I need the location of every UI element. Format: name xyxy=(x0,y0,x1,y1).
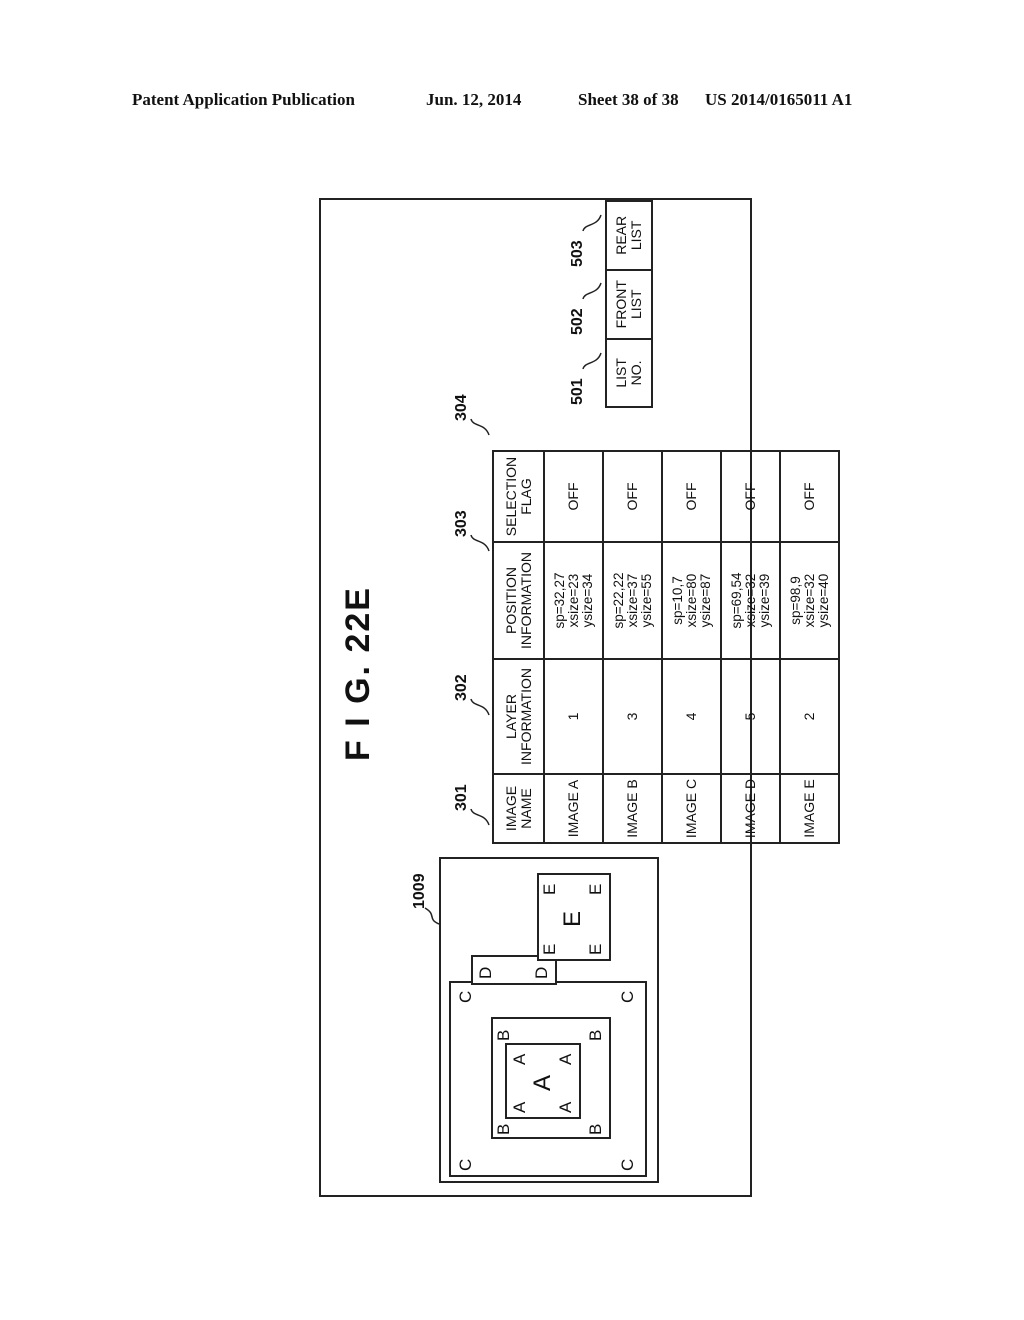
image-name-cell: IMAGE C xyxy=(662,774,721,843)
image-e-label: E xyxy=(540,943,559,955)
leader-line-icon xyxy=(470,418,490,436)
layer-cell: 1 xyxy=(544,659,603,774)
image-name-cell: IMAGE A xyxy=(544,774,603,843)
selection-flag-cell: OFF xyxy=(603,451,662,542)
image-a-label: A xyxy=(556,1053,575,1065)
figure-frame: F I G. 22E 1009 C C C C B B B B A A A A … xyxy=(319,198,839,1197)
image-e-box: E E E E E xyxy=(537,873,611,961)
table-row: IMAGE B 3 sp=22,22 xsize=37 ysize=55 OFF xyxy=(603,451,662,843)
layer-cell: 2 xyxy=(780,659,839,774)
leader-line-icon xyxy=(582,214,602,232)
header-position-information: POSITION INFORMATION xyxy=(493,542,544,659)
layer-cell: 5 xyxy=(721,659,780,774)
leader-line-icon xyxy=(582,352,602,370)
image-c-label: C xyxy=(456,990,475,1003)
image-d-label: D xyxy=(476,966,495,979)
list-table: LIST NO. FRONT LIST REAR LIST xyxy=(605,200,653,408)
image-e-label: E xyxy=(586,883,605,895)
image-b-label: B xyxy=(586,1029,605,1041)
figure-title: F I G. 22E xyxy=(339,586,377,761)
image-d-label: D xyxy=(532,966,551,979)
table-row: IMAGE D 5 sp=69,54 xsize=32 ysize=39 OFF xyxy=(721,451,780,843)
image-c-box: C C C C B B B B A A A A A xyxy=(449,981,647,1177)
header-layer-information: LAYER INFORMATION xyxy=(493,659,544,774)
table-header-row: IMAGE NAME LAYER INFORMATION POSITION INFOR… xyxy=(493,451,544,843)
position-cell: sp=22,22 xsize=37 ysize=55 xyxy=(603,542,662,659)
leader-line-icon xyxy=(582,282,602,300)
image-a-box: A A A A A xyxy=(505,1043,581,1119)
position-cell: sp=10,7 xsize=80 ysize=87 xyxy=(662,542,721,659)
position-cell: sp=32,27 xsize=23 ysize=34 xyxy=(544,542,603,659)
page-header: Patent Application Publication Jun. 12, … xyxy=(0,90,1024,114)
layer-cell: 3 xyxy=(603,659,662,774)
list-header-row: LIST NO. FRONT LIST REAR LIST xyxy=(606,201,652,407)
header-front-list: FRONT LIST xyxy=(606,269,652,339)
publication-label: Patent Application Publication xyxy=(132,90,355,109)
image-name-cell: IMAGE D xyxy=(721,774,780,843)
image-a-center-label: A xyxy=(529,1074,556,1091)
list-ref-502: 502 xyxy=(569,308,586,335)
image-b-label: B xyxy=(494,1123,513,1135)
header-image-name: IMAGE NAME xyxy=(493,774,544,843)
header-rear-list: REAR LIST xyxy=(606,201,652,270)
publication-date: Jun. 12, 2014 xyxy=(426,90,522,109)
selection-flag-cell: OFF xyxy=(662,451,721,542)
image-b-box: B B B B A A A A A xyxy=(491,1017,611,1139)
screen-illustration: C C C C B B B B A A A A A D D E E E E E xyxy=(439,857,659,1183)
header-list-no: LIST NO. xyxy=(606,338,652,407)
position-cell: sp=69,54 xsize=32 ysize=39 xyxy=(721,542,780,659)
image-c-label: C xyxy=(618,990,637,1003)
header-selection-flag: SELECTION FLAG xyxy=(493,451,544,542)
image-a-label: A xyxy=(510,1053,529,1065)
screen-ref-numeral: 1009 xyxy=(411,873,428,909)
selection-flag-cell: OFF xyxy=(544,451,603,542)
leader-line-icon xyxy=(470,534,490,552)
selection-flag-cell: OFF xyxy=(721,451,780,542)
image-c-label: C xyxy=(456,1158,475,1171)
leader-line-icon xyxy=(470,808,490,826)
table-row: IMAGE A 1 sp=32,27 xsize=23 ysize=34 OFF xyxy=(544,451,603,843)
selection-flag-cell: OFF xyxy=(780,451,839,542)
list-ref-503: 503 xyxy=(569,240,586,267)
list-ref-501: 501 xyxy=(569,378,586,405)
publication-number: US 2014/0165011 A1 xyxy=(705,90,853,109)
image-e-label: E xyxy=(540,883,559,895)
image-c-label: C xyxy=(618,1158,637,1171)
image-e-label: E xyxy=(586,943,605,955)
image-info-table: IMAGE NAME LAYER INFORMATION POSITION INFOR… xyxy=(492,450,840,844)
leader-line-icon xyxy=(470,698,490,716)
image-b-label: B xyxy=(586,1123,605,1135)
table-row: IMAGE C 4 sp=10,7 xsize=80 ysize=87 OFF xyxy=(662,451,721,843)
image-name-cell: IMAGE E xyxy=(780,774,839,843)
image-b-label: B xyxy=(494,1029,513,1041)
image-name-cell: IMAGE B xyxy=(603,774,662,843)
table-row: IMAGE E 2 sp=98,9 xsize=32 ysize=40 OFF xyxy=(780,451,839,843)
position-cell: sp=98,9 xsize=32 ysize=40 xyxy=(780,542,839,659)
image-a-label: A xyxy=(510,1101,529,1113)
image-a-label: A xyxy=(556,1101,575,1113)
sheet-number: Sheet 38 of 38 xyxy=(578,90,679,109)
layer-cell: 4 xyxy=(662,659,721,774)
image-e-center-label: E xyxy=(559,910,586,927)
